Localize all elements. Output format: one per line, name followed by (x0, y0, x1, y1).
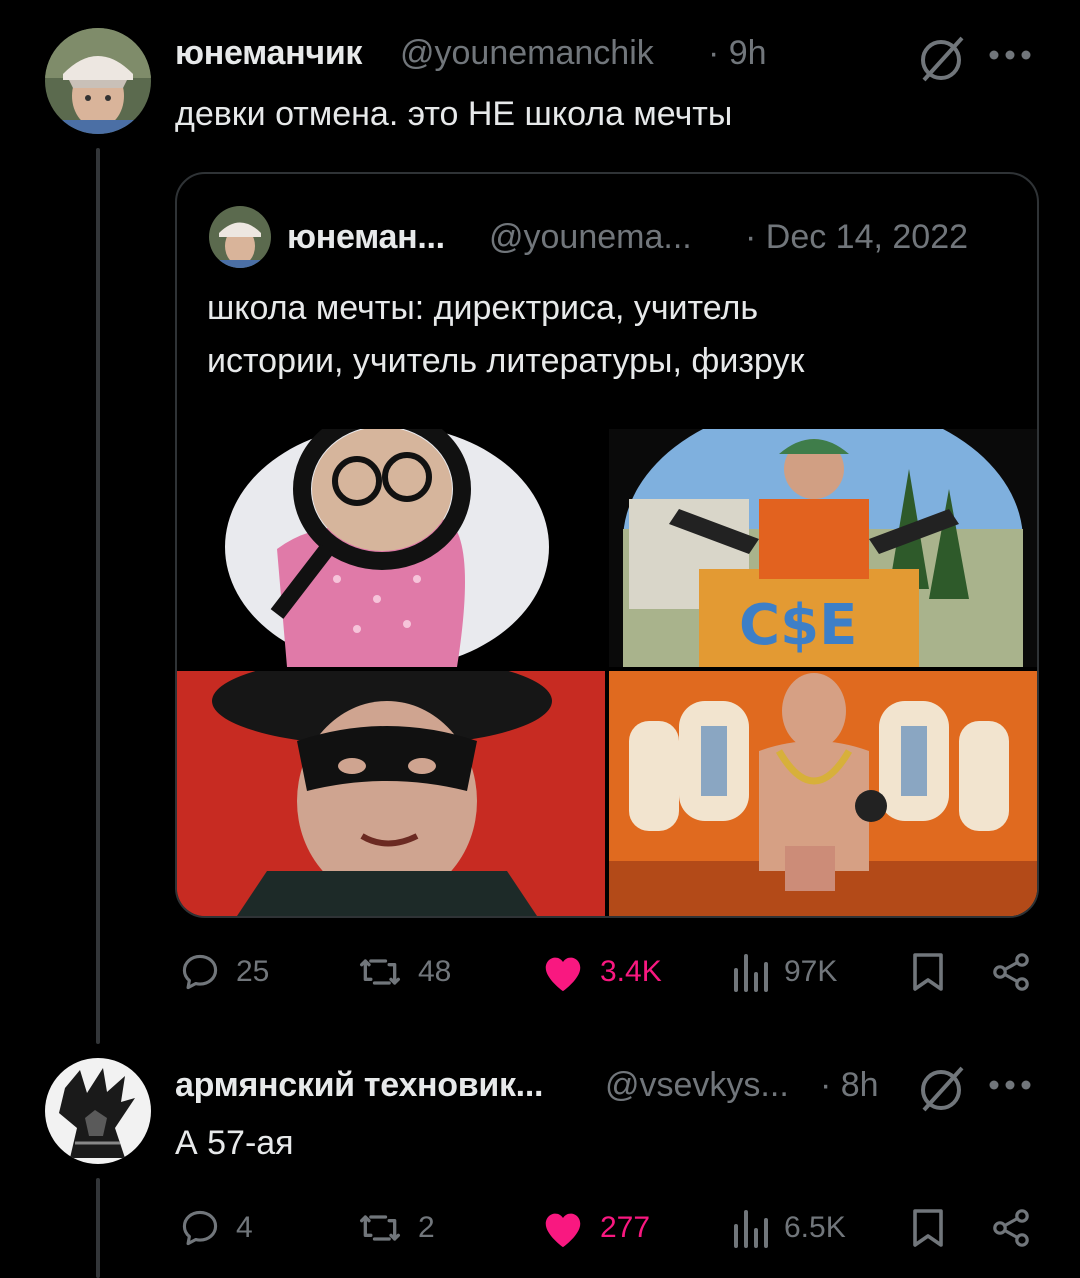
reply-icon (182, 954, 218, 990)
like-button[interactable]: 3.4K (540, 950, 662, 994)
reply-button[interactable]: 25 (178, 950, 269, 994)
like-icon (545, 957, 581, 992)
grok-icon[interactable] (912, 1060, 972, 1121)
views-count: 97K (784, 955, 838, 988)
avatar[interactable] (45, 28, 151, 134)
quote-text-line-2: истории, учитель литературы, физрук (207, 342, 805, 380)
views-icon (734, 954, 768, 992)
retweet-count: 48 (418, 955, 452, 988)
tweet-text: девки отмена. это НЕ школа мечты (175, 95, 733, 133)
like-count: 3.4K (600, 955, 662, 988)
reply-icon (182, 1210, 218, 1246)
quote-avatar[interactable] (209, 206, 271, 268)
post-time[interactable]: · 9h (708, 34, 767, 73)
retweet-button[interactable]: 48 (356, 950, 451, 994)
reply-button[interactable]: 4 (178, 1206, 253, 1250)
quote-tweet[interactable]: юнеман... @younema... · Dec 14, 2022 шко… (175, 172, 1039, 918)
media-photo-4[interactable] (609, 671, 1037, 916)
author-handle[interactable]: @younemanchik (400, 34, 654, 73)
quote-text-line-1: школа мечты: директриса, учитель (207, 289, 759, 327)
retweet-button[interactable]: 2 (356, 1206, 435, 1250)
media-photo-3[interactable] (177, 671, 605, 916)
more-icon[interactable] (988, 1070, 1032, 1100)
grok-icon[interactable] (912, 30, 972, 91)
like-button[interactable]: 277 (540, 1206, 650, 1250)
tweet-text-2: А 57-ая (175, 1124, 294, 1162)
reply-count: 25 (236, 955, 270, 988)
quote-author-handle[interactable]: @younema... (489, 218, 692, 257)
like-icon (545, 1213, 581, 1248)
bookmark-icon[interactable] (906, 950, 950, 994)
views-button[interactable]: 97K (730, 950, 837, 994)
quote-post-time[interactable]: · Dec 14, 2022 (745, 218, 968, 257)
share-icon[interactable] (990, 1206, 1034, 1250)
avatar[interactable] (45, 1058, 151, 1164)
author-name[interactable]: юнеманчик (175, 34, 362, 73)
thread-line (96, 148, 100, 1044)
media-photo-1[interactable] (177, 429, 605, 667)
retweet-count: 2 (418, 1211, 435, 1244)
retweet-icon (360, 1215, 400, 1241)
views-icon (734, 1210, 768, 1248)
svg-text:C$E: C$E (739, 593, 857, 658)
media-photo-2[interactable]: C$E (609, 429, 1037, 667)
more-icon[interactable] (988, 40, 1032, 70)
thread-line-bottom (96, 1178, 100, 1278)
views-count: 6.5K (784, 1211, 846, 1244)
like-count: 277 (600, 1211, 651, 1244)
share-icon[interactable] (990, 950, 1034, 994)
author-name-2[interactable]: армянский техновик... (175, 1066, 543, 1105)
views-button[interactable]: 6.5K (730, 1206, 846, 1250)
post-time-2[interactable]: · 8h (820, 1066, 879, 1105)
quote-author-name[interactable]: юнеман... (287, 218, 445, 257)
author-handle-2[interactable]: @vsevkys... (605, 1066, 789, 1105)
reply-count: 4 (236, 1211, 253, 1244)
retweet-icon (360, 959, 400, 985)
bookmark-icon[interactable] (906, 1206, 950, 1250)
